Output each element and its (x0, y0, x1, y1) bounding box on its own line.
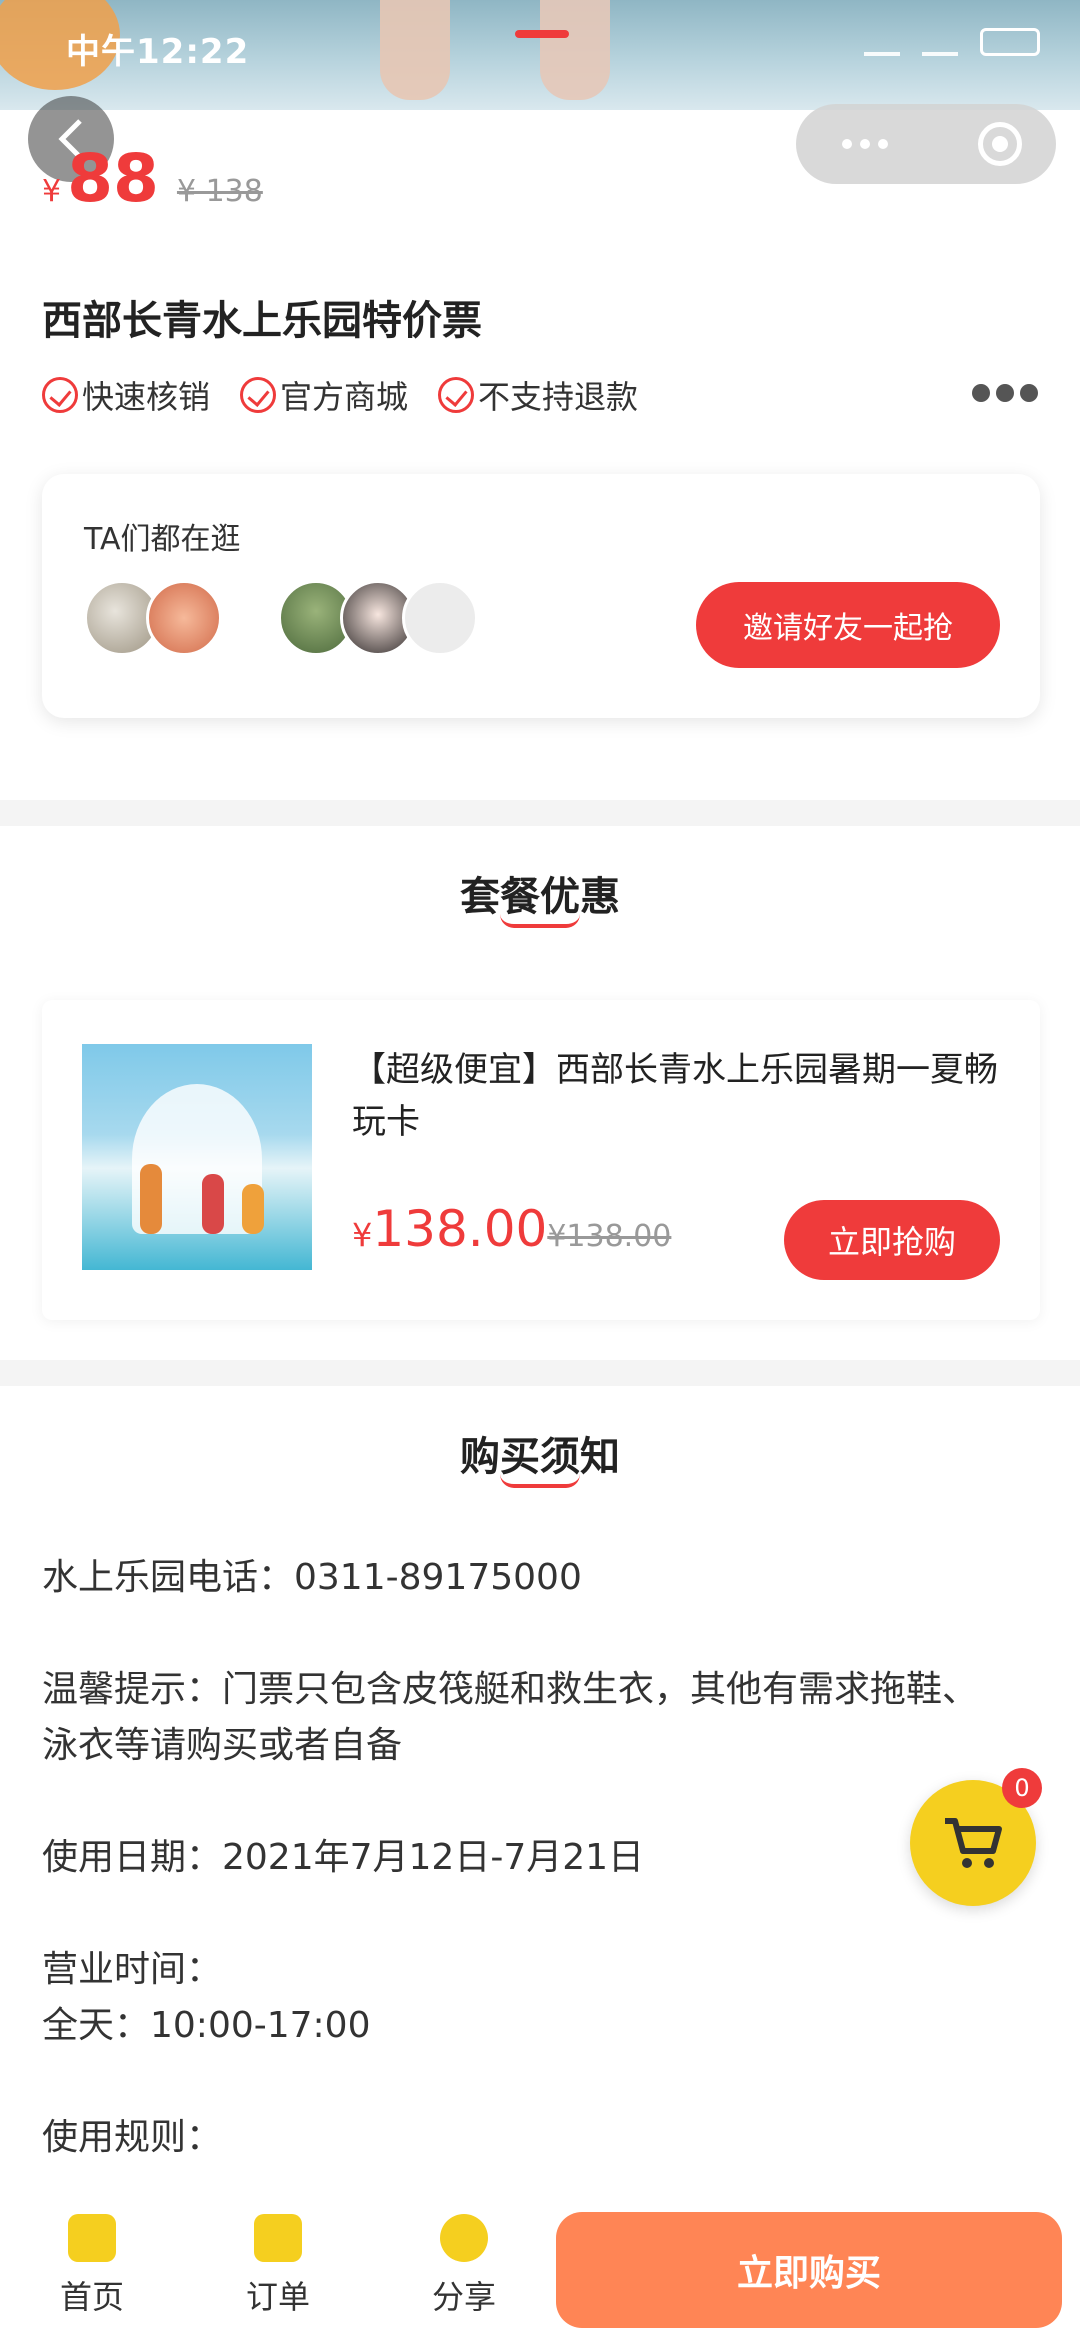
browsing-label: TA们都在逛 (84, 522, 241, 557)
service-tags: 快速核销 官方商城 不支持退款 (42, 372, 638, 418)
section-divider (0, 800, 1080, 826)
image-person (242, 1184, 264, 1234)
currency-symbol: ¥ (42, 174, 62, 209)
avatar-group (84, 580, 478, 656)
tab-label: 首页 (59, 2278, 124, 2316)
tab-label: 订单 (245, 2278, 310, 2316)
check-circle-icon (438, 377, 475, 413)
hero-banner: 中午12:22 (0, 0, 1080, 110)
currency-symbol: ¥ (352, 1216, 373, 1254)
signal-icon (864, 28, 900, 56)
invite-friends-button[interactable]: 邀请好友一起抢 (696, 582, 1000, 668)
package-original-price: ¥138.00 (547, 1219, 672, 1254)
title-underline (500, 1474, 580, 1488)
package-current-price: 138.00 (372, 1200, 548, 1258)
tag-fast-verify: 快速核销 (42, 372, 210, 418)
tag-label: 不支持退款 (478, 378, 639, 416)
cart-count-badge: 0 (1002, 1768, 1042, 1808)
tag-official-store: 官方商城 (240, 372, 408, 418)
notice-phone: 水上乐园电话：0311-89175000 (42, 1557, 582, 1598)
notice-rules-label: 使用规则： (42, 2117, 223, 2158)
current-price: 88 (67, 140, 159, 217)
banner-indicator (515, 30, 569, 38)
purchase-notice: 水上乐园电话：0311-89175000 温馨提示：门票只包含皮筏艇和救生衣，其… (42, 1550, 1002, 2222)
package-price: ¥ 138.00 ¥138.00 (352, 1200, 671, 1258)
more-tags-icon[interactable] (972, 384, 1038, 402)
hero-decoration (540, 0, 610, 100)
share-icon (440, 2214, 488, 2262)
original-price: ¥ 138 (176, 174, 263, 209)
more-icon[interactable] (842, 139, 888, 149)
section-divider (0, 1360, 1080, 1386)
tab-orders[interactable]: 订单 (218, 2214, 338, 2318)
buy-now-button[interactable]: 立即购买 (556, 2212, 1062, 2328)
notice-date: 使用日期：2021年7月12日-7月21日 (42, 1837, 645, 1878)
tab-label: 分享 (431, 2278, 496, 2316)
check-circle-icon (42, 377, 78, 413)
browsing-users-card: TA们都在逛 邀请好友一起抢 (42, 474, 1040, 718)
tag-label: 官方商城 (280, 378, 409, 416)
notice-tip: 温馨提示：门票只包含皮筏艇和救生衣，其他有需求拖鞋、泳衣等请购买或者自备 (42, 1669, 979, 1766)
tag-no-refund: 不支持退款 (438, 372, 638, 418)
close-miniprogram-icon[interactable] (978, 122, 1022, 166)
package-name: 【超级便宜】西部长青水上乐园暑期一夏畅玩卡 (352, 1050, 998, 1142)
package-image[interactable] (82, 1044, 312, 1270)
notice-hours: 全天：10:00-17:00 (42, 2005, 371, 2046)
hero-decoration (380, 0, 450, 100)
image-person (202, 1174, 224, 1234)
tab-home[interactable]: 首页 (32, 2214, 152, 2318)
bottom-nav: 首页 订单 分享 立即购买 (0, 2200, 1080, 2340)
product-title: 西部长青水上乐园特价票 (42, 298, 482, 344)
miniprogram-capsule[interactable] (796, 104, 1056, 184)
avatar (146, 580, 222, 656)
avatar-more (402, 580, 478, 656)
order-icon (254, 2214, 302, 2262)
tab-share[interactable]: 分享 (404, 2214, 524, 2318)
tag-label: 快速核销 (82, 378, 211, 416)
price-row: ¥ 88 ¥ 138 (42, 140, 263, 217)
package-card[interactable]: 【超级便宜】西部长青水上乐园暑期一夏畅玩卡 ¥ 138.00 ¥138.00 立… (42, 1000, 1040, 1320)
image-person (140, 1164, 162, 1234)
check-circle-icon (240, 377, 277, 413)
wifi-icon (922, 28, 958, 56)
title-underline (500, 914, 580, 928)
battery-icon (980, 28, 1040, 56)
notice-hours-label: 营业时间： (42, 1949, 223, 1990)
status-icons (864, 28, 1040, 56)
grab-now-button[interactable]: 立即抢购 (784, 1200, 1000, 1280)
bag-icon (68, 2214, 116, 2262)
status-time: 中午12:22 (66, 32, 250, 72)
cart-icon (945, 1818, 1002, 1868)
cart-button[interactable]: 0 (910, 1768, 1042, 1906)
